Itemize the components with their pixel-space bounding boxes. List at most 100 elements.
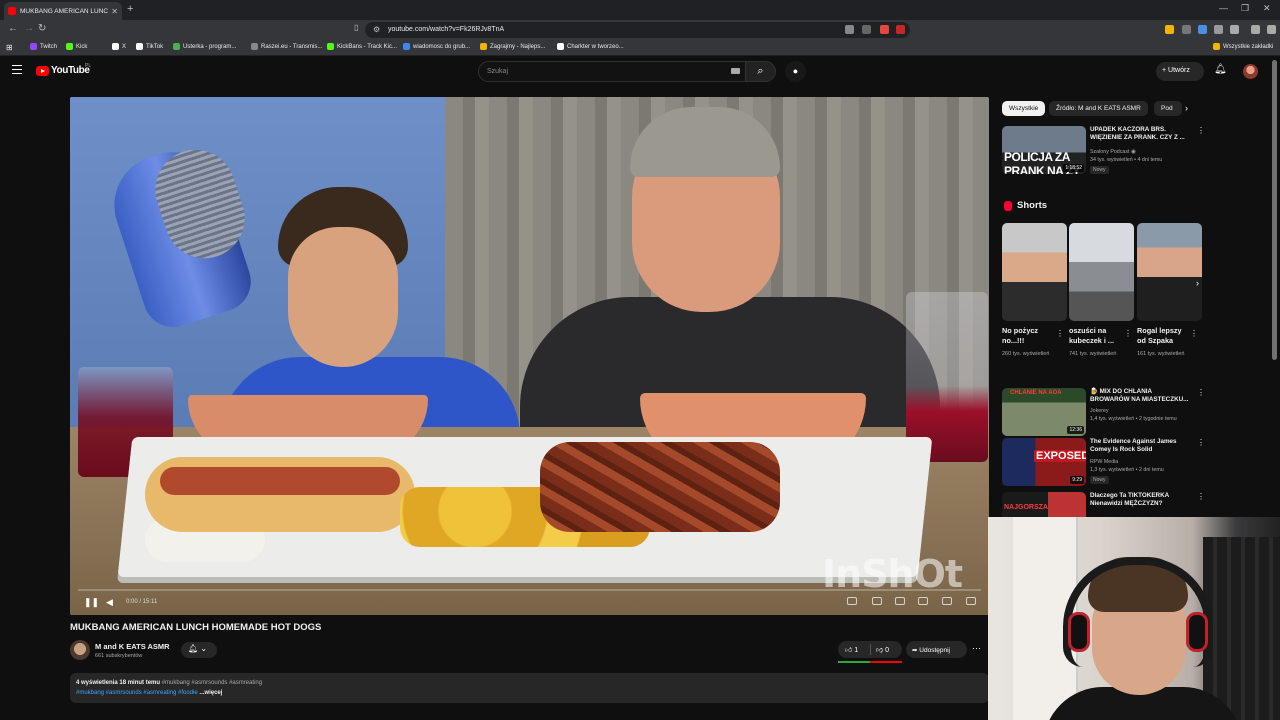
description-box[interactable]: 4 wyświetlenia 18 minut temu #mukbang #a… (70, 673, 989, 703)
brave-shield-icon[interactable] (880, 25, 889, 34)
youtube-logo-text[interactable]: YouTube (51, 65, 90, 76)
short-title[interactable]: No pożycz no...!!! (1002, 326, 1054, 346)
short-thumbnail[interactable] (1069, 223, 1134, 321)
bookmark-raszei[interactable]: Raszei.eu - Transmis... (251, 43, 322, 50)
bookmark-kickbans[interactable]: KickBans - Track Kic... (327, 43, 397, 50)
headset-earcup-left (1068, 612, 1090, 652)
miniplayer-icon[interactable] (918, 597, 928, 605)
bookmark-kick[interactable]: Kick (66, 43, 87, 50)
channel-name[interactable]: M and K EATS ASMR (95, 642, 170, 651)
shorts-next-icon[interactable]: › (1196, 278, 1199, 288)
video-time: 0:00 / 15:11 (126, 599, 158, 605)
settings-icon[interactable] (895, 597, 905, 605)
media-icon[interactable] (1251, 25, 1260, 34)
pause-icon[interactable]: ❚❚ (84, 597, 99, 608)
cast-icon[interactable] (845, 25, 854, 34)
create-button[interactable]: + Utwórz (1156, 62, 1204, 81)
more-options-icon[interactable]: ⋮ (1056, 329, 1064, 338)
brave-rewards-icon[interactable] (896, 25, 905, 34)
forward-icon[interactable]: → (24, 23, 34, 34)
bookmark-x[interactable]: X (112, 43, 126, 50)
subtitles-icon[interactable] (872, 597, 882, 605)
bookmark-twitch[interactable]: Twitch (30, 43, 57, 50)
video-title: Dlaczego Ta TIKTOKERKA Nienawidzi MĘŻCZY… (1090, 492, 1169, 507)
short-thumbnail[interactable] (1002, 223, 1067, 321)
extension-3-icon[interactable] (1198, 25, 1207, 34)
close-window-icon[interactable]: ✕ (1263, 3, 1271, 14)
site-info-icon[interactable]: ⚙ (373, 25, 380, 34)
shorts-header: Shorts (1004, 200, 1047, 211)
notifications-bell-icon[interactable]: 🔔︎ (1214, 64, 1227, 75)
subscription-bell-button[interactable]: 🔔︎ ⌄ (181, 642, 217, 658)
video-scene-sausage (160, 467, 400, 495)
browser-tab[interactable]: MUKBANG AMERICAN LUNC ✕ (4, 2, 122, 20)
more-options-icon[interactable]: ⋮ (1197, 438, 1205, 447)
more-options-icon[interactable]: ⋮ (1190, 329, 1198, 338)
chip-channel[interactable]: Źródło: M and K EATS ASMR (1049, 101, 1148, 116)
new-badge: Nowy (1090, 166, 1109, 174)
theater-mode-icon[interactable] (942, 597, 952, 605)
bookmark-usterka[interactable]: Usterka - program... (173, 43, 236, 50)
more-options-icon[interactable]: ⋮ (1197, 492, 1202, 501)
like-button[interactable]: 👍︎ 1 (845, 645, 858, 654)
youtube-logo-icon[interactable] (36, 66, 49, 76)
short-title[interactable]: oszuści na kubeczek i ... (1069, 326, 1121, 346)
hamburger-menu-icon[interactable] (12, 65, 22, 74)
thumbs-up-icon: 👍︎ (845, 647, 855, 654)
recommended-video[interactable]: NAJGORSZA Dlaczego Ta TIKTOKERKA Nienawi… (1002, 492, 1202, 517)
bookmark-star-icon[interactable]: ▯ (354, 23, 358, 32)
reload-icon[interactable]: ↻ (38, 23, 46, 34)
extension-icon[interactable] (1165, 25, 1174, 34)
more-options-icon[interactable]: ⋮ (1197, 126, 1205, 135)
recommended-video[interactable]: CHLANIE NA AOA 12:36 🍺 MIX DO CHLANIA BR… (1002, 388, 1205, 438)
video-player[interactable]: InShOt ❚❚ ◀ 0:00 / 15:11 (70, 97, 989, 615)
bookmark-tiktok[interactable]: TikTok (136, 43, 163, 50)
bookmark-charkter[interactable]: Charkter w tworzeo... (557, 43, 624, 50)
volume-icon[interactable]: ◀ (106, 597, 113, 608)
video-progress-bar[interactable] (78, 589, 981, 591)
maximize-icon[interactable]: ❐ (1241, 3, 1249, 14)
chip-all[interactable]: Wszystkie (1002, 101, 1046, 116)
description-hashtags[interactable]: #mukbang #asmrsounds #asmreating #foodie (76, 690, 198, 696)
menu-icon[interactable] (1267, 25, 1276, 34)
more-actions-icon[interactable]: ⋯ (972, 643, 981, 654)
close-tab-icon[interactable]: ✕ (111, 7, 118, 16)
new-tab-icon[interactable]: + (127, 3, 133, 15)
recommended-video[interactable]: POLICJA ZA PRANK NA ŻY 1:18:52 UPADEK KA… (1002, 126, 1205, 186)
more-options-icon[interactable]: ⋮ (1197, 388, 1205, 397)
browser-tab-bar: MUKBANG AMERICAN LUNC ✕ + — ❐ ✕ (0, 0, 1280, 20)
search-button[interactable]: ⌕ (746, 61, 776, 82)
show-more-link[interactable]: ...więcej (199, 690, 222, 696)
fullscreen-icon[interactable] (966, 597, 976, 605)
account-avatar[interactable] (1243, 64, 1258, 79)
all-bookmarks[interactable]: Wszystkie zakładki (1213, 43, 1273, 50)
bookmark-zagrajmy[interactable]: Zagrajmy - Najleps... (480, 43, 545, 50)
more-options-icon[interactable]: ⋮ (1124, 329, 1132, 338)
autoplay-icon[interactable] (847, 597, 857, 605)
extension-2-icon[interactable] (1182, 25, 1191, 34)
video-title: MUKBANG AMERICAN LUNCH HOMEMADE HOT DOGS (70, 622, 322, 633)
sidebar-icon[interactable] (1230, 25, 1239, 34)
apps-icon[interactable]: ⊞ (6, 43, 13, 52)
share-button[interactable]: ➦ Udostępnij (906, 641, 967, 658)
youtube-header: YouTube PL Szukaj ⌕ ● + Utwórz 🔔︎ (0, 57, 1280, 87)
chevron-right-icon[interactable]: › (1185, 103, 1188, 113)
short-title[interactable]: Rogal lepszy od Szpaka (1137, 326, 1189, 346)
keyboard-icon[interactable] (731, 68, 740, 74)
voice-search-button[interactable]: ● (785, 61, 806, 82)
extensions-puzzle-icon[interactable] (1214, 25, 1223, 34)
short-thumbnail[interactable] (1137, 223, 1202, 321)
dislike-button[interactable]: 👎︎ 0 (876, 645, 889, 654)
view-count: 4 wyświetlenia (76, 680, 118, 686)
page-scrollbar[interactable] (1272, 60, 1277, 360)
channel-avatar[interactable] (70, 640, 90, 660)
chip-related[interactable]: Pod (1154, 101, 1182, 116)
minimize-icon[interactable]: — (1219, 3, 1228, 13)
bookmark-wiadomosc[interactable]: wiadomosc do grub... (403, 43, 470, 50)
share-icon[interactable] (862, 25, 871, 34)
address-bar[interactable]: ⚙ youtube.com/watch?v=Fk26RJv8TnA (365, 22, 910, 38)
recommended-video[interactable]: EXPOSED! 9:29 The Evidence Against James… (1002, 438, 1205, 488)
webcam-overlay (988, 517, 1280, 720)
back-icon[interactable]: ← (8, 23, 18, 34)
search-input[interactable]: Szukaj (478, 61, 746, 82)
